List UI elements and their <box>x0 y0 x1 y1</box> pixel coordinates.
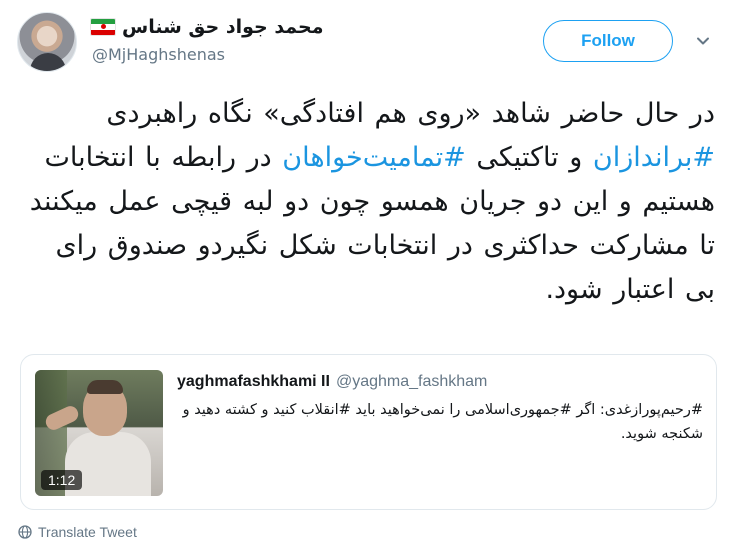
globe-icon <box>18 525 32 539</box>
translate-tweet-link[interactable]: Translate Tweet <box>18 524 137 540</box>
tweet-text: در حال حاضر شاهد «روی هم افتادگی» نگاه ر… <box>20 92 715 312</box>
avatar[interactable] <box>17 12 77 72</box>
quoted-tweet[interactable]: 1:12 yaghmafashkhami II @yaghma_fashkham … <box>20 354 717 510</box>
author-handle[interactable]: @MjHaghshenas <box>92 45 225 64</box>
video-duration: 1:12 <box>41 470 83 490</box>
author-name-row[interactable]: محمد جواد حق شناس <box>90 14 324 40</box>
video-thumbnail[interactable]: 1:12 <box>35 370 163 496</box>
quoted-author[interactable]: yaghmafashkhami II @yaghma_fashkham <box>177 373 487 391</box>
tweet-text-segment: و تاکتیکی <box>465 142 593 173</box>
chevron-down-icon[interactable] <box>696 34 710 48</box>
quoted-author-name[interactable]: yaghmafashkhami II <box>177 373 330 390</box>
tweet-text-segment: در حال حاضر شاهد «روی هم افتادگی» نگاه ر… <box>106 98 715 129</box>
translate-label[interactable]: Translate Tweet <box>38 524 137 540</box>
iran-flag-icon <box>90 18 116 36</box>
follow-button[interactable]: Follow <box>543 20 673 62</box>
quoted-tweet-text: #رحیم‌پورازغدی: اگر #جمهوری‌اسلامی را نم… <box>182 402 703 442</box>
quoted-author-handle[interactable]: @yaghma_fashkham <box>336 373 487 390</box>
hashtag-link[interactable]: #براندازان <box>593 142 715 173</box>
author-display-name[interactable]: محمد جواد حق شناس <box>122 16 324 38</box>
hashtag-link[interactable]: #تمامیت‌خواهان <box>282 142 466 173</box>
tweet-header: محمد جواد حق شناس @MjHaghshenas Follow <box>0 0 735 80</box>
